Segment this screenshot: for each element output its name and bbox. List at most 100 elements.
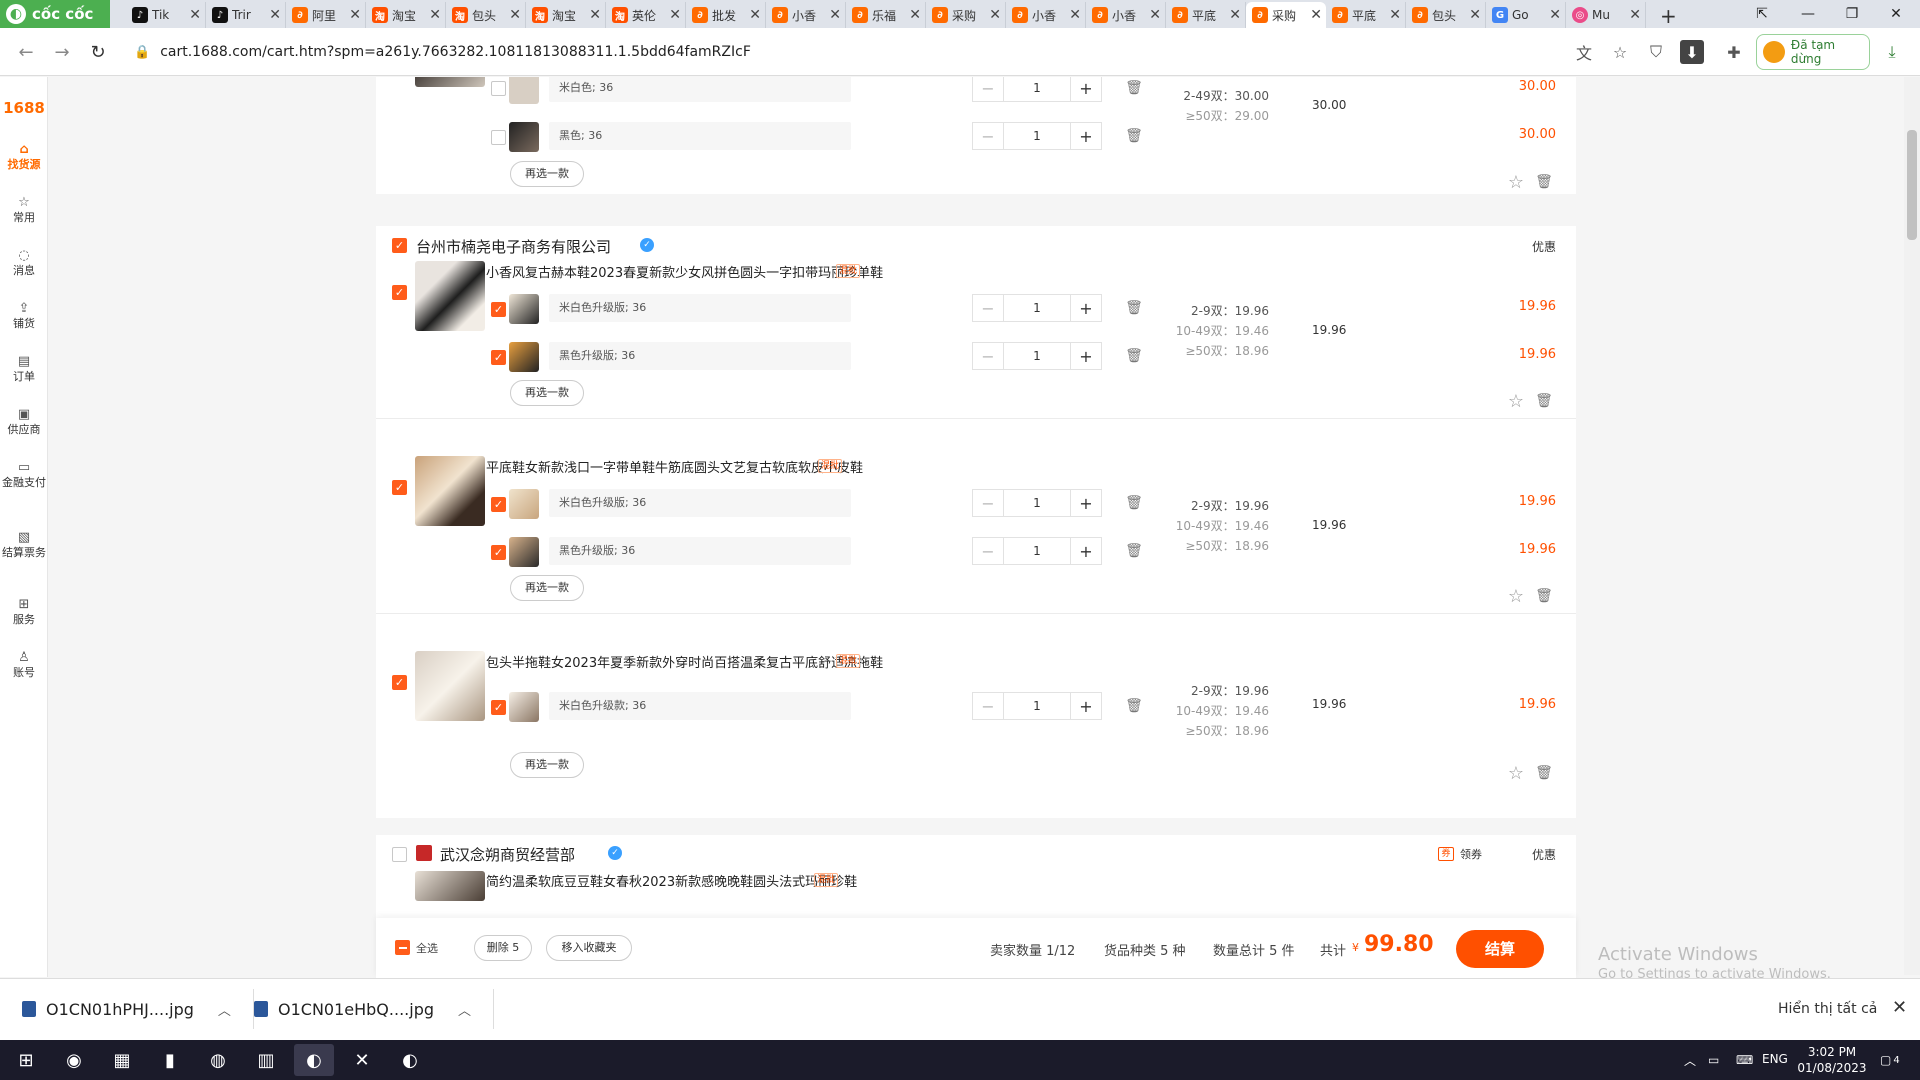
close-tab-icon[interactable]: ✕	[349, 7, 361, 23]
close-tab-icon[interactable]: ✕	[429, 7, 441, 23]
address-bar[interactable]: 🔒 cart.1688.com/cart.htm?spm=a261y.76632…	[126, 35, 1566, 69]
product-title[interactable]: 简约温柔软底豆豆鞋女春秋2023新款感晚晚鞋圆头法式玛丽珍鞋	[486, 871, 857, 890]
sku-checkbox[interactable]	[491, 81, 506, 96]
favorite-star-icon[interactable]: ☆	[1505, 390, 1527, 412]
increase-button[interactable]: +	[1071, 494, 1101, 513]
bookmark-star-icon[interactable]: ☆	[1608, 40, 1632, 64]
reselect-button[interactable]: 再选一款	[510, 752, 584, 778]
quantity-stepper[interactable]: − 1 +	[972, 342, 1102, 370]
browser-tab[interactable]: ∂ 小香 ✕	[1006, 2, 1086, 28]
quantity-value[interactable]: 1	[1003, 693, 1071, 719]
browser-tab[interactable]: ∂ 批发 ✕	[686, 2, 766, 28]
quantity-value[interactable]: 1	[1003, 77, 1071, 101]
coccoc-app-icon[interactable]: ◐	[390, 1044, 430, 1076]
sync-download-icon[interactable]: ⤓	[1880, 40, 1904, 64]
close-tab-icon[interactable]: ✕	[189, 7, 201, 23]
reselect-button[interactable]: 再选一款	[510, 575, 584, 601]
quantity-value[interactable]: 1	[1003, 295, 1071, 321]
extensions-icon[interactable]: ✚	[1722, 40, 1746, 64]
close-tab-icon[interactable]: ✕	[989, 7, 1001, 23]
decrease-button[interactable]: −	[973, 494, 1003, 513]
trash-icon[interactable]: 🗑	[1534, 586, 1554, 606]
profile-button[interactable]: Đã tạm dừng	[1756, 34, 1870, 70]
quantity-value[interactable]: 1	[1003, 123, 1071, 149]
browser-tab[interactable]: ∂ 乐福 ✕	[846, 2, 926, 28]
product-checkbox[interactable]: ✓	[392, 675, 407, 690]
chevron-up-icon[interactable]: ︿	[458, 1000, 471, 1019]
browser-tab[interactable]: 淘淘宝 ✕	[366, 2, 446, 28]
trash-icon[interactable]: 🗑	[1124, 541, 1144, 561]
notification-icon[interactable]: ▢ 4	[1880, 1040, 1900, 1080]
decrease-button[interactable]: −	[973, 347, 1003, 366]
coccoc-app-icon[interactable]: ◐	[294, 1044, 334, 1076]
chrome-app-icon[interactable]: ◍	[198, 1044, 238, 1076]
keyboard-icon[interactable]: ⌨	[1736, 1040, 1753, 1080]
close-tab-icon[interactable]: ✕	[1149, 7, 1161, 23]
close-tab-icon[interactable]: ✕	[829, 7, 841, 23]
trash-icon[interactable]: 🗑	[1124, 298, 1144, 318]
quantity-stepper[interactable]: − 1 +	[972, 294, 1102, 322]
increase-button[interactable]: +	[1071, 542, 1101, 561]
favorite-star-icon[interactable]: ☆	[1505, 171, 1527, 193]
clock[interactable]: 3:02 PM 01/08/2023	[1794, 1044, 1870, 1076]
sku-checkbox[interactable]: ✓	[491, 545, 506, 560]
sidebar-item[interactable]: ⊞ 服务	[0, 598, 48, 626]
sku-checkbox[interactable]: ✓	[491, 497, 506, 512]
product-image[interactable]	[415, 871, 485, 901]
close-icon[interactable]: ✕	[1892, 997, 1907, 1018]
new-tab-button[interactable]: +	[1660, 4, 1677, 28]
download-icon[interactable]: ⬇	[1680, 40, 1704, 64]
shop-checkbox[interactable]	[392, 847, 407, 862]
product-image[interactable]	[415, 456, 485, 526]
quantity-value[interactable]: 1	[1003, 343, 1071, 369]
windows-start-icon[interactable]: ⊞	[6, 1044, 46, 1076]
close-tab-icon[interactable]: ✕	[269, 7, 281, 23]
quantity-value[interactable]: 1	[1003, 538, 1071, 564]
browser-tab[interactable]: ∂ 平底 ✕	[1166, 2, 1246, 28]
tab-search-button[interactable]: ⇱	[1740, 2, 1784, 26]
sidebar-item[interactable]: ▧ 结算票务	[0, 531, 48, 559]
sku-checkbox[interactable]: ✓	[491, 302, 506, 317]
shop-name[interactable]: 台州市楠尧电子商务有限公司	[416, 236, 611, 257]
close-tab-icon[interactable]: ✕	[1310, 7, 1322, 23]
tray-chevron-icon[interactable]: ︿	[1684, 1040, 1696, 1080]
site-logo[interactable]: 1688	[0, 99, 48, 117]
product-image[interactable]	[415, 261, 485, 331]
sidebar-item[interactable]: ▤ 订单	[0, 355, 48, 383]
sku-checkbox[interactable]: ✓	[491, 700, 506, 715]
browser-tab[interactable]: ∂ 阿里 ✕	[286, 2, 366, 28]
close-window-button[interactable]: ✕	[1874, 2, 1918, 26]
reselect-button[interactable]: 再选一款	[510, 380, 584, 406]
increase-button[interactable]: +	[1071, 697, 1101, 716]
sidebar-item[interactable]: ▭ 金融支付	[0, 461, 48, 489]
sidebar-item[interactable]: ⇪ 铺货	[0, 302, 48, 330]
browser-tab[interactable]: G Go ✕	[1486, 2, 1566, 28]
language-indicator[interactable]: ENG	[1762, 1052, 1788, 1066]
favorite-star-icon[interactable]: ☆	[1505, 585, 1527, 607]
chevron-up-icon[interactable]: ︿	[218, 1000, 231, 1019]
sku-checkbox[interactable]	[491, 130, 506, 145]
browser-tab[interactable]: ∂ 小香 ✕	[766, 2, 846, 28]
sidebar-item[interactable]: ▣ 供应商	[0, 408, 48, 436]
close-tab-icon[interactable]: ✕	[1389, 7, 1401, 23]
file-explorer-icon[interactable]: ▮	[150, 1044, 190, 1076]
quantity-stepper[interactable]: − 1 +	[972, 77, 1102, 102]
sidebar-item[interactable]: ◌ 消息	[0, 249, 48, 277]
trash-icon[interactable]: 🗑	[1534, 763, 1554, 783]
checkout-button[interactable]: 结算	[1456, 930, 1544, 968]
browser-tab[interactable]: ∂ 采购 ✕	[1246, 2, 1326, 28]
quantity-value[interactable]: 1	[1003, 490, 1071, 516]
increase-button[interactable]: +	[1071, 79, 1101, 98]
close-tab-icon[interactable]: ✕	[589, 7, 601, 23]
reload-button[interactable]: ↻	[82, 36, 114, 68]
browser-tab[interactable]: ∂ 小香 ✕	[1086, 2, 1166, 28]
download-item[interactable]: O1CN01hPHJ....jpg ︿	[0, 989, 254, 1029]
trash-icon[interactable]: 🗑	[1124, 696, 1144, 716]
calculator-app-icon[interactable]: ▦	[102, 1044, 142, 1076]
quantity-stepper[interactable]: − 1 +	[972, 122, 1102, 150]
forward-button[interactable]: →	[46, 36, 78, 68]
product-image[interactable]	[415, 651, 485, 721]
sidebar-item[interactable]: ♙ 账号	[0, 651, 48, 679]
trash-icon[interactable]: 🗑	[1124, 346, 1144, 366]
browser-tab[interactable]: ∂ 包头 ✕	[1406, 2, 1486, 28]
